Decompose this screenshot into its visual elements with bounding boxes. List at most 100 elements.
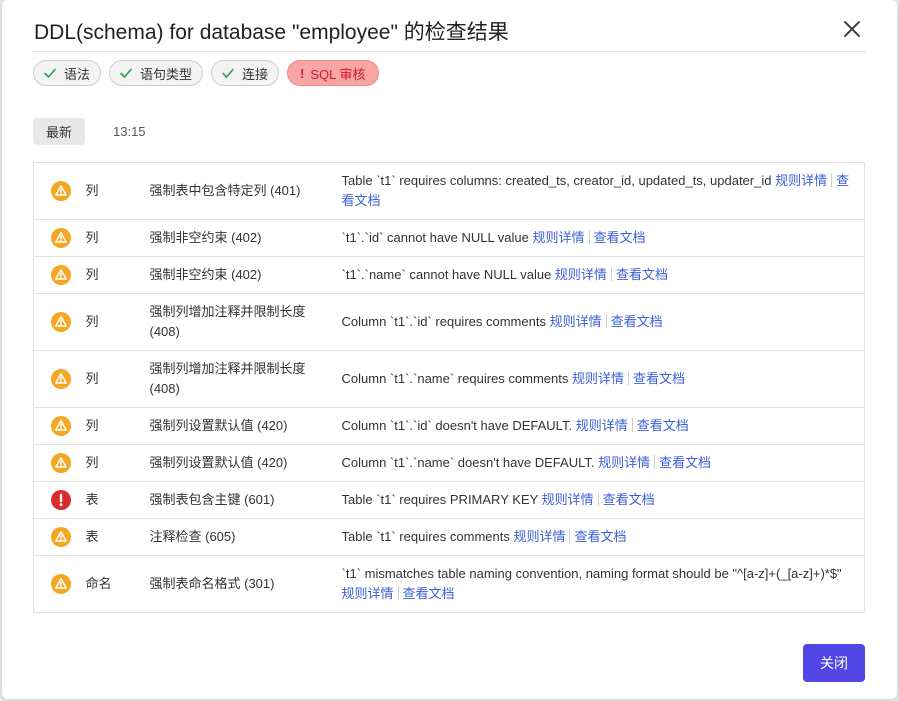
warning-icon [51,181,86,201]
message-text: Column `t1`.`id` requires comments [341,314,546,329]
check-icon [119,66,133,80]
view-docs-link[interactable]: 查看文档 [574,529,626,544]
error-icon [51,490,86,510]
rule-details-link[interactable]: 规则详情 [555,267,607,282]
history-time-tab[interactable]: 13:15 [113,118,146,145]
check-icon [43,66,57,80]
view-docs-link[interactable]: 查看文档 [611,314,663,329]
table-row: 表强制表包含主键 (601) Table `t1` requires PRIMAR… [33,481,865,519]
table-row: 列强制列增加注释并限制长度 (408) Column `t1`.`name` re… [33,350,865,408]
history-latest-tab[interactable]: 最新 [33,118,85,145]
rule-cell: 强制列增加注释并限制长度 (408) [149,293,342,351]
status-cell [33,407,86,445]
view-docs-link[interactable]: 查看文档 [659,455,711,470]
category-cell: 列 [85,219,150,257]
rule-cell: 强制列设置默认值 (420) [149,444,342,482]
message-cell: Column `t1`.`id` doesn't have DEFAULT. 规… [341,407,865,445]
check-icon [221,66,235,80]
rule-cell: 强制非空约束 (402) [149,219,342,257]
warning-icon [51,369,86,389]
message-text: `t1`.`name` cannot have NULL value [341,267,552,282]
rule-cell: 强制非空约束 (402) [149,256,342,294]
view-docs-link[interactable]: 查看文档 [594,230,646,245]
view-docs-link[interactable]: 查看文档 [637,418,689,433]
category-cell: 列 [85,183,99,198]
message-cell: `t1` mismatches table naming convention,… [341,555,865,613]
rule-details-link[interactable]: 规则详情 [598,455,650,470]
status-cell [33,350,86,408]
message-cell: Table `t1` requires PRIMARY KEY 规则详情 查看文档 [341,481,865,519]
rule-cell: 强制列增加注释并限制长度 (408) [149,350,342,408]
rule-details-link[interactable]: 规则详情 [513,529,565,544]
table-row: 表注释检查 (605) Table `t1` requires comments … [33,518,865,556]
status-cell [33,293,86,351]
warning-icon [51,265,86,285]
warning-icon [51,453,86,473]
rule-details-link[interactable]: 规则详情 [533,230,585,245]
rule-details-link[interactable]: 规则详情 [542,492,594,507]
review-results-table: 列 强制表中包含特定列 (401) Table `t1` requires colu… [33,162,865,613]
link-divider [605,314,607,328]
message-text: Table `t1` requires comments [341,529,510,544]
warning-icon [51,312,86,332]
warning-icon [51,228,86,248]
chip-label: SQL 审核 [310,66,366,82]
status-cell [34,163,86,220]
rule-details-link[interactable]: 规则详情 [775,173,827,188]
message-text: Column `t1`.`name` doesn't have DEFAULT. [341,455,595,470]
rule-details-link[interactable]: 规则详情 [572,371,624,386]
view-docs-link[interactable]: 查看文档 [603,492,655,507]
message-text: `t1` mismatches table naming convention,… [341,566,842,581]
message-cell: Column `t1`.`id` requires comments 规则详情查… [341,293,865,351]
sql-check-dialog: DDL(schema) for database "employee" 的检查结… [2,0,897,699]
message-text: Column `t1`.`id` doesn't have DEFAULT. [341,418,573,433]
link-divider [831,173,833,187]
rule-cell: 注释检查 (605) [149,518,342,556]
message-text: Column `t1`.`name` requires comments [341,371,569,386]
chip-sql-review[interactable]: ! SQL 审核 [287,60,379,86]
category-cell: 列 [85,444,150,482]
status-cell [33,518,86,556]
table-row: 列 强制表中包含特定列 (401) Table `t1` requires colu… [34,163,865,220]
chip-syntax[interactable]: 语法 [33,60,102,86]
chip-statement-type[interactable]: 语句类型 [109,60,204,86]
status-cell [33,481,86,519]
link-divider [610,267,612,281]
message-cell: Column `t1`.`name` doesn't have DEFAULT.… [341,444,865,482]
dialog-title: DDL(schema) for database "employee" 的检查结… [34,21,509,44]
chip-label: 语法 [64,66,91,82]
status-cell [33,219,86,257]
close-icon[interactable] [840,17,864,41]
table-row: 列强制非空约束 (402) `t1`.`name` cannot have NUL… [33,256,865,294]
category-cell: 列 [85,350,150,408]
message-cell: Table `t1` requires columns: created_ts,… [342,163,865,220]
link-divider [631,418,633,432]
rule-details-link[interactable]: 规则详情 [576,418,628,433]
rule-details-link[interactable]: 规则详情 [550,314,602,329]
message-text: `t1`.`id` cannot have NULL value [341,230,529,245]
category-cell: 表 [85,518,150,556]
status-cell [33,256,86,294]
message-cell: `t1`.`name` cannot have NULL value 规则详情查… [341,256,865,294]
view-docs-link[interactable]: 查看文档 [633,371,685,386]
message-cell: `t1`.`id` cannot have NULL value 规则详情 查看文… [341,219,865,257]
message-cell: Column `t1`.`name` requires comments 规则详… [341,350,865,408]
exclamation-icon: ! [300,65,305,81]
table-row: 列强制列增加注释并限制长度 (408) Column `t1`.`id` requ… [33,293,865,351]
warning-icon [51,574,86,594]
status-cell [33,555,86,613]
table-row: 列强制非空约束 (402) `t1`.`id` cannot have NULL … [33,219,865,257]
close-button[interactable]: 关闭 [803,644,865,682]
view-docs-link[interactable]: 查看文档 [616,267,668,282]
table-row: 列强制列设置默认值 (420) Column `t1`.`id` doesn't … [33,407,865,445]
link-divider [654,455,656,469]
view-docs-link[interactable]: 查看文档 [403,586,455,601]
title-divider [32,51,866,52]
rule-cell: 强制表包含主键 (601) [149,481,342,519]
link-divider [628,371,629,385]
category-cell: 列 [85,407,150,445]
link-divider [569,529,571,543]
rule-details-link[interactable]: 规则详情 [342,586,394,601]
chip-connection[interactable]: 连接 [211,60,280,86]
message-text: Table `t1` requires PRIMARY KEY [341,492,539,507]
